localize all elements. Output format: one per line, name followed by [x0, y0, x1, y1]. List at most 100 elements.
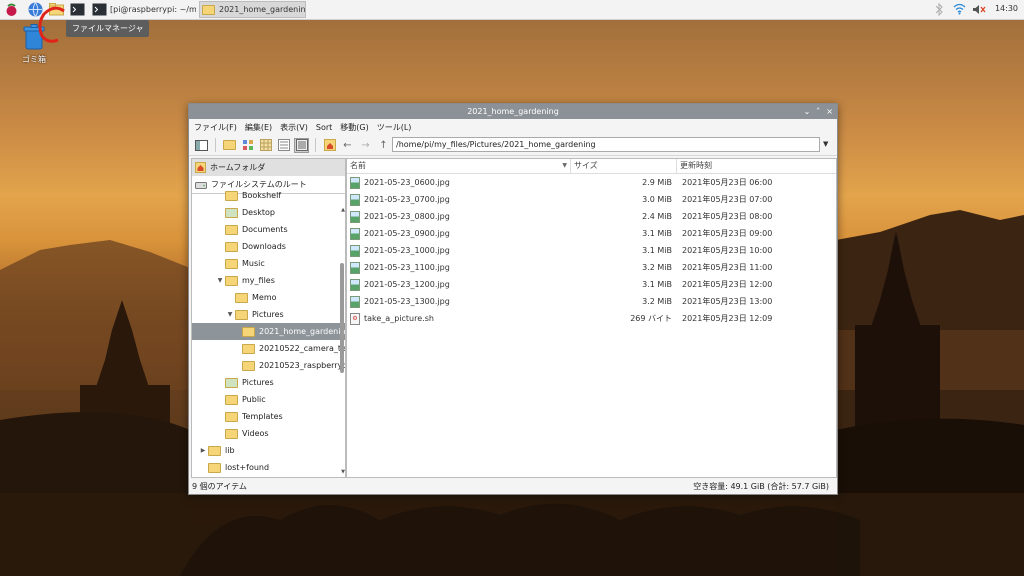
file-size: 2.4 MiB: [642, 212, 672, 221]
view-compact-button[interactable]: [276, 138, 291, 153]
window-title: 2021_home_gardening: [467, 107, 559, 116]
file-size: 3.1 MiB: [642, 229, 672, 238]
view-thumbnails-button[interactable]: [258, 138, 273, 153]
file-name: 2021-05-23_0600.jpg: [364, 178, 450, 187]
tree-item-templates[interactable]: Templates: [192, 408, 345, 425]
forward-button[interactable]: →: [358, 138, 373, 153]
file-modified: 2021年05月23日 12:00: [682, 280, 773, 289]
home-icon: [323, 139, 336, 151]
tree-item-pictures-sub[interactable]: ▼ Pictures: [192, 306, 345, 323]
view-detailed-list-button[interactable]: [294, 137, 309, 153]
toggle-sidebar-button[interactable]: [194, 138, 209, 153]
tree-item-downloads[interactable]: Downloads: [192, 238, 345, 255]
item-count: 9 個のアイテム: [192, 482, 247, 491]
tree-item-bookshelf[interactable]: Bookshelf: [192, 187, 345, 204]
script-file-icon: ⚙: [350, 312, 360, 325]
file-name: 2021-05-23_0800.jpg: [364, 212, 450, 221]
file-row[interactable]: ⚙ take_a_picture.sh 269 バイト 2021年05月23日 1…: [347, 310, 836, 327]
path-input[interactable]: /home/pi/my_files/Pictures/2021_home_gar…: [392, 137, 820, 152]
file-name: 2021-05-23_1300.jpg: [364, 297, 450, 306]
maximize-icon[interactable]: ˄: [816, 104, 820, 119]
tree-item-music[interactable]: Music: [192, 255, 345, 272]
scroll-down-arrow[interactable]: ▼: [341, 469, 345, 475]
new-folder-button[interactable]: [222, 138, 237, 153]
up-button[interactable]: ↑: [376, 138, 391, 153]
image-file-icon: [350, 261, 360, 274]
tree-item-documents[interactable]: Documents: [192, 221, 345, 238]
file-row[interactable]: 2021-05-23_0800.jpg 2.4 MiB 2021年05月23日 …: [347, 208, 836, 225]
sidebar-scrollbar[interactable]: [340, 263, 344, 373]
path-history-dropdown[interactable]: ▼: [823, 140, 828, 148]
file-modified: 2021年05月23日 10:00: [682, 246, 773, 255]
view-icons-button[interactable]: [240, 138, 255, 153]
file-manager-window: 2021_home_gardening ⌄ ˄ × ファイル(F) 編集(E) …: [188, 103, 838, 495]
file-list-header: 名前 ▼ サイズ 更新時刻: [347, 159, 836, 174]
bluetooth-icon[interactable]: [934, 3, 944, 16]
new-folder-icon: [223, 140, 236, 150]
taskbar-task-label: [pi@raspberrypi: ~/m...: [110, 5, 196, 14]
tree-item-public[interactable]: Public: [192, 391, 345, 408]
column-header-name[interactable]: 名前 ▼: [347, 159, 571, 173]
file-size: 3.1 MiB: [642, 280, 672, 289]
menu-tools[interactable]: ツール(L): [377, 122, 412, 133]
file-row[interactable]: 2021-05-23_0900.jpg 3.1 MiB 2021年05月23日 …: [347, 225, 836, 242]
highlight-circle-annotation: [38, 6, 65, 43]
top-panel: [pi@raspberrypi: ~/m... 2021_home_garden…: [0, 0, 1024, 43]
volume-muted-icon[interactable]: [972, 4, 986, 15]
tree-item-lost-found[interactable]: lost+found: [192, 459, 345, 476]
taskbar-terminal-task[interactable]: [pi@raspberrypi: ~/m...: [92, 1, 196, 18]
file-row[interactable]: 2021-05-23_1300.jpg 3.2 MiB 2021年05月23日 …: [347, 293, 836, 310]
raspberry-menu-icon[interactable]: [3, 1, 20, 18]
tree-label: Templates: [242, 412, 283, 421]
icon-view-icon: [242, 140, 253, 150]
scroll-up-arrow[interactable]: ▲: [341, 207, 345, 213]
wifi-icon[interactable]: [953, 3, 966, 15]
window-titlebar[interactable]: 2021_home_gardening ⌄ ˄ ×: [189, 104, 837, 119]
taskbar-file-manager-task[interactable]: 2021_home_gardening: [199, 1, 306, 18]
clock[interactable]: 14:30: [995, 4, 1018, 13]
tree-item-20210523-raspberrypi[interactable]: 20210523_raspberrypi: [192, 357, 346, 374]
tree-item-videos[interactable]: Videos: [192, 425, 345, 442]
chevron-down-icon[interactable]: ▼: [225, 311, 235, 318]
folder-icon: [242, 326, 255, 337]
chevron-down-icon[interactable]: ▼: [215, 277, 225, 284]
terminal-launcher-icon[interactable]: [69, 1, 86, 18]
templates-folder-icon: [225, 411, 238, 422]
downloads-folder-icon: [225, 241, 238, 252]
file-row[interactable]: 2021-05-23_0600.jpg 2.9 MiB 2021年05月23日 …: [347, 174, 836, 191]
file-row[interactable]: 2021-05-23_0700.jpg 3.0 MiB 2021年05月23日 …: [347, 191, 836, 208]
file-size: 3.1 MiB: [642, 246, 672, 255]
menu-view[interactable]: 表示(V): [280, 122, 308, 133]
file-modified: 2021年05月23日 08:00: [682, 212, 773, 221]
column-header-modified[interactable]: 更新時刻: [677, 159, 712, 173]
file-row[interactable]: 2021-05-23_1100.jpg 3.2 MiB 2021年05月23日 …: [347, 259, 836, 276]
menu-go[interactable]: 移動(G): [340, 122, 368, 133]
tree-label: 20210523_raspberrypi: [259, 361, 346, 370]
back-button[interactable]: ←: [340, 138, 355, 153]
tree-item-2021-home-gardening[interactable]: 2021_home_gardening: [192, 323, 345, 340]
column-header-size[interactable]: サイズ: [571, 159, 677, 173]
tree-item-memo[interactable]: Memo: [192, 289, 345, 306]
tree-label: Videos: [242, 429, 269, 438]
tree-item-my-files[interactable]: ▼ my_files: [192, 272, 345, 289]
chevron-right-icon[interactable]: ▶: [198, 447, 208, 454]
menu-sort[interactable]: Sort: [316, 123, 332, 132]
image-file-icon: [350, 278, 360, 291]
tree-item-desktop[interactable]: Desktop: [192, 204, 345, 221]
tree-item-20210522-camera-test[interactable]: 20210522_camera_test: [192, 340, 345, 357]
file-size: 269 バイト: [630, 314, 672, 323]
terminal-icon: [92, 3, 107, 16]
menu-file[interactable]: ファイル(F): [194, 122, 237, 133]
file-row[interactable]: 2021-05-23_1200.jpg 3.1 MiB 2021年05月23日 …: [347, 276, 836, 293]
home-button[interactable]: [322, 138, 337, 153]
place-home-folder[interactable]: ホームフォルダ: [192, 159, 345, 176]
tree-item-pictures[interactable]: Pictures: [192, 374, 345, 391]
menu-edit[interactable]: 編集(E): [245, 122, 272, 133]
folder-icon: [235, 309, 248, 320]
close-icon[interactable]: ×: [826, 104, 833, 119]
tree-label: lost+found: [225, 463, 270, 472]
file-modified: 2021年05月23日 13:00: [682, 297, 773, 306]
tree-item-lib[interactable]: ▶ lib: [192, 442, 345, 459]
chevron-down-icon[interactable]: ⌄: [804, 104, 811, 119]
file-row[interactable]: 2021-05-23_1000.jpg 3.1 MiB 2021年05月23日 …: [347, 242, 836, 259]
